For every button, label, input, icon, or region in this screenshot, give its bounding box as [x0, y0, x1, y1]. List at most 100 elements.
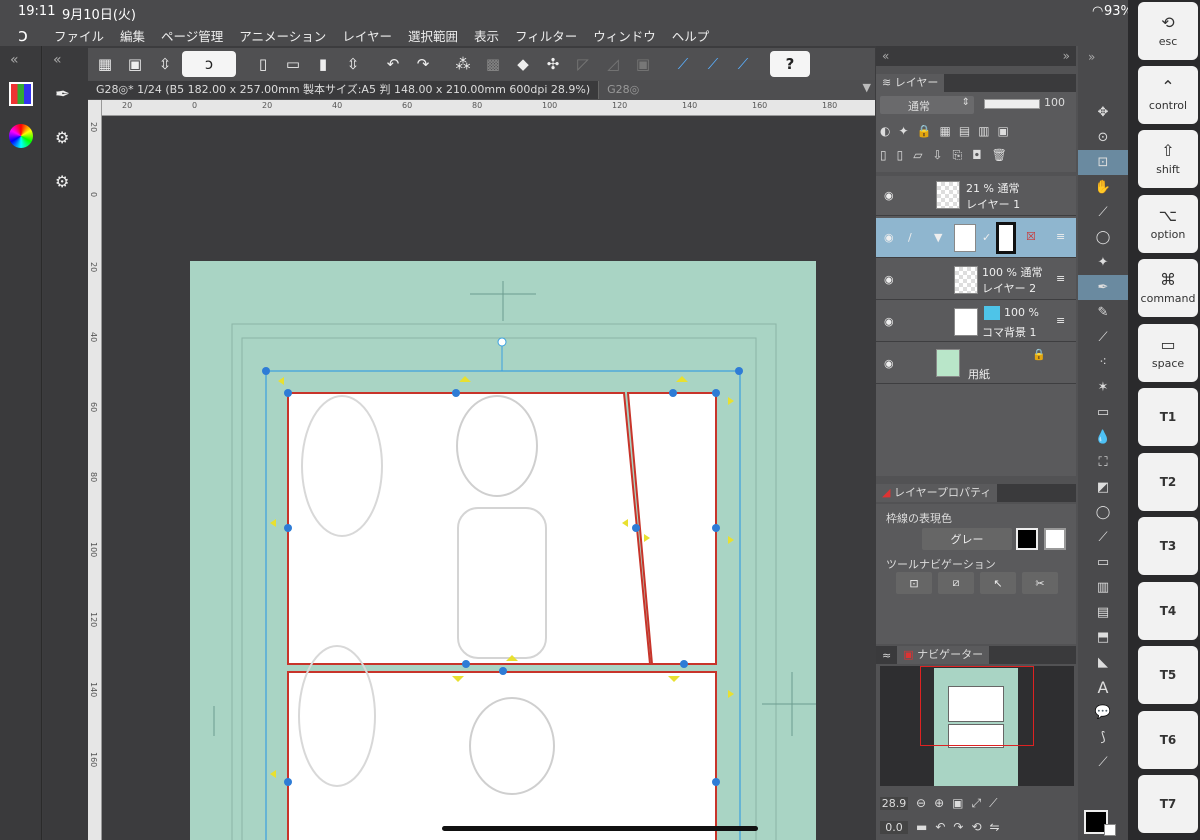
disabled-tool-2-icon[interactable]: ◿ — [600, 51, 626, 77]
rotate-slider-icon[interactable]: ▬ — [916, 820, 927, 834]
actual-size-icon[interactable]: ▣ — [952, 796, 963, 810]
comic-panel-1[interactable] — [287, 392, 652, 665]
rotate-handle[interactable] — [497, 337, 507, 347]
color-white-swatch[interactable] — [1044, 528, 1066, 550]
t6-key[interactable]: T6 — [1138, 711, 1198, 769]
layer-row-5[interactable]: ◉ 用紙 🔒 — [876, 344, 1076, 384]
line-correct-icon[interactable]: ⟋ — [1078, 750, 1128, 775]
collapse-left-icon[interactable]: « — [10, 52, 19, 68]
navigator-preview[interactable] — [880, 666, 1074, 786]
expand-left-icon[interactable]: « — [882, 49, 889, 63]
rotate-right-icon[interactable]: ↷ — [953, 820, 963, 834]
lock-icon[interactable]: 🔒 — [917, 124, 932, 142]
eye-icon[interactable]: ◉ — [884, 315, 898, 329]
layer-row-3[interactable]: ◉ 100 % 通常 レイヤー 2 ≡ — [876, 260, 1076, 300]
folder-expand-icon[interactable]: ▼ — [934, 231, 942, 244]
lock-transparent-icon[interactable]: ▦ — [940, 124, 951, 142]
t7-key[interactable]: T7 — [1138, 775, 1198, 833]
eye-icon[interactable]: ◉ — [884, 189, 898, 203]
rotate-left-icon[interactable]: ↶ — [935, 820, 945, 834]
flip-icon[interactable]: ⟋ — [989, 796, 997, 811]
tool-property-icon[interactable]: ⚙ — [55, 128, 69, 147]
layer-row-1[interactable]: ◉ 21 % 通常 レイヤー 1 — [876, 176, 1076, 216]
grid-snap-icon[interactable]: ⟋ — [730, 51, 756, 77]
app-logo-icon[interactable]: ↄ — [0, 25, 46, 46]
frame-border-icon[interactable]: ▤ — [1078, 600, 1128, 625]
fill-icon[interactable]: ◆ — [510, 51, 536, 77]
blend-icon[interactable]: 💧 — [1078, 425, 1128, 450]
text-tool-icon[interactable]: A — [1078, 675, 1128, 700]
flip-horizontal-icon[interactable]: ⇋ — [990, 820, 1000, 834]
control-key[interactable]: ⌃ control — [1138, 66, 1198, 124]
triangle-ruler-icon[interactable]: ◣ — [1078, 650, 1128, 675]
balloon-icon[interactable]: 💬 — [1078, 700, 1128, 725]
fit-window-icon[interactable]: ⤢ — [971, 796, 981, 811]
opacity-slider[interactable] — [984, 99, 1040, 109]
row-menu-icon[interactable]: ≡ — [1056, 272, 1065, 285]
transform-icon[interactable]: ✣ — [540, 51, 566, 77]
menu-edit[interactable]: 編集 — [112, 26, 153, 45]
sub-tool-detail-icon[interactable]: ⚙ — [55, 172, 69, 191]
menu-layer[interactable]: レイヤー — [334, 26, 400, 45]
tab-dropdown-icon[interactable]: ▼ — [863, 81, 871, 94]
nav-tab-1-icon[interactable]: ≈ — [876, 649, 897, 662]
collapse-subtool-icon[interactable]: « — [53, 52, 62, 68]
help-button[interactable]: ? — [770, 51, 810, 77]
rectangle-icon[interactable]: ▭ — [1078, 550, 1128, 575]
spinner-icon[interactable]: ⇳ — [152, 51, 178, 77]
lock-icon[interactable]: 🔒 — [1032, 348, 1046, 361]
zoom-value[interactable]: 28.9 — [880, 796, 908, 810]
new-file-icon[interactable]: ▯ — [250, 51, 276, 77]
disabled-tool-1-icon[interactable]: ◸ — [570, 51, 596, 77]
fill-tool-icon[interactable]: ⛶ — [1078, 450, 1128, 475]
magic-wand-icon[interactable]: ✦ — [1078, 250, 1128, 275]
menu-filter[interactable]: フィルター — [507, 26, 585, 45]
tab-document-active[interactable]: G28◎* 1/24 (B5 182.00 x 257.00mm 製本サイズ:A… — [88, 81, 600, 99]
menu-help[interactable]: ヘルプ — [664, 26, 718, 45]
disabled-tool-3-icon[interactable]: ▣ — [630, 51, 656, 77]
clip-logo-button[interactable]: ↄ — [182, 51, 236, 77]
mask-add-icon[interactable]: ◘ — [972, 148, 982, 166]
layer-row-4[interactable]: ◉ 100 % コマ背景 1 ≡ — [876, 302, 1076, 342]
ruler-icon[interactable]: ⟋ — [1078, 525, 1128, 550]
ref-icon[interactable]: ✦ — [898, 124, 908, 142]
airbrush-icon[interactable]: ⁖ — [1078, 350, 1128, 375]
zoom-out-icon[interactable]: ⊖ — [916, 796, 926, 810]
expand-right-icon[interactable]: » — [1063, 49, 1070, 63]
tool-palette-collapse-icon[interactable]: » — [1088, 50, 1095, 64]
move-tool-icon[interactable]: ✥ — [1078, 100, 1128, 125]
nav-cut-icon[interactable]: ✂ — [1022, 572, 1058, 594]
menu-page[interactable]: ページ管理 — [153, 26, 231, 45]
open-folder-icon[interactable]: ▭ — [280, 51, 306, 77]
home-indicator[interactable] — [442, 826, 758, 831]
zoom-in-icon[interactable]: ⊕ — [934, 796, 944, 810]
border-color-select[interactable]: グレー — [922, 528, 1012, 550]
trash-icon[interactable]: 🗑 — [992, 148, 1007, 166]
color-wheel-icon[interactable] — [9, 124, 33, 148]
lasso-icon[interactable]: ◯ — [1078, 225, 1128, 250]
canvas-toggle-icon[interactable]: ▣ — [122, 51, 148, 77]
property-panel-tab[interactable]: ◢ レイヤープロパティ — [876, 484, 998, 502]
blend-mode-select[interactable]: 通常 ⇕ — [880, 96, 974, 114]
correction-icon[interactable]: ⟆ — [1078, 725, 1128, 750]
copy-icon[interactable]: ⎘ — [953, 148, 963, 166]
navigator-tab[interactable]: ▣ ナビゲーター — [897, 646, 990, 664]
t3-key[interactable]: T3 — [1138, 517, 1198, 575]
menu-animation[interactable]: アニメーション — [231, 26, 334, 45]
page-canvas[interactable] — [102, 116, 875, 840]
decoration-icon[interactable]: ✶ — [1078, 375, 1128, 400]
pencil-icon[interactable]: ✎ — [1078, 300, 1128, 325]
eye-icon[interactable]: ◉ — [884, 231, 898, 245]
selection-tool-icon[interactable]: ⊡ — [1078, 150, 1128, 175]
tab-document-2[interactable]: G28◎ — [599, 81, 647, 99]
navigator-viewport[interactable] — [920, 666, 1034, 746]
save-icon[interactable]: ▮ — [310, 51, 336, 77]
undo-icon[interactable]: ↶ — [380, 51, 406, 77]
sub-color-swatch[interactable] — [1104, 824, 1116, 836]
palette-icon[interactable]: ▣ — [998, 124, 1009, 142]
frame-cut-icon[interactable]: ⬒ — [1078, 625, 1128, 650]
ruler-snap-icon[interactable]: ⟋ — [670, 51, 696, 77]
save-spinner-icon[interactable]: ⇳ — [340, 51, 366, 77]
layer-row-2-folder[interactable]: ◉ / ▼ ✓ ☒ ≡ — [876, 218, 1076, 258]
comic-panel-3[interactable] — [287, 671, 717, 840]
